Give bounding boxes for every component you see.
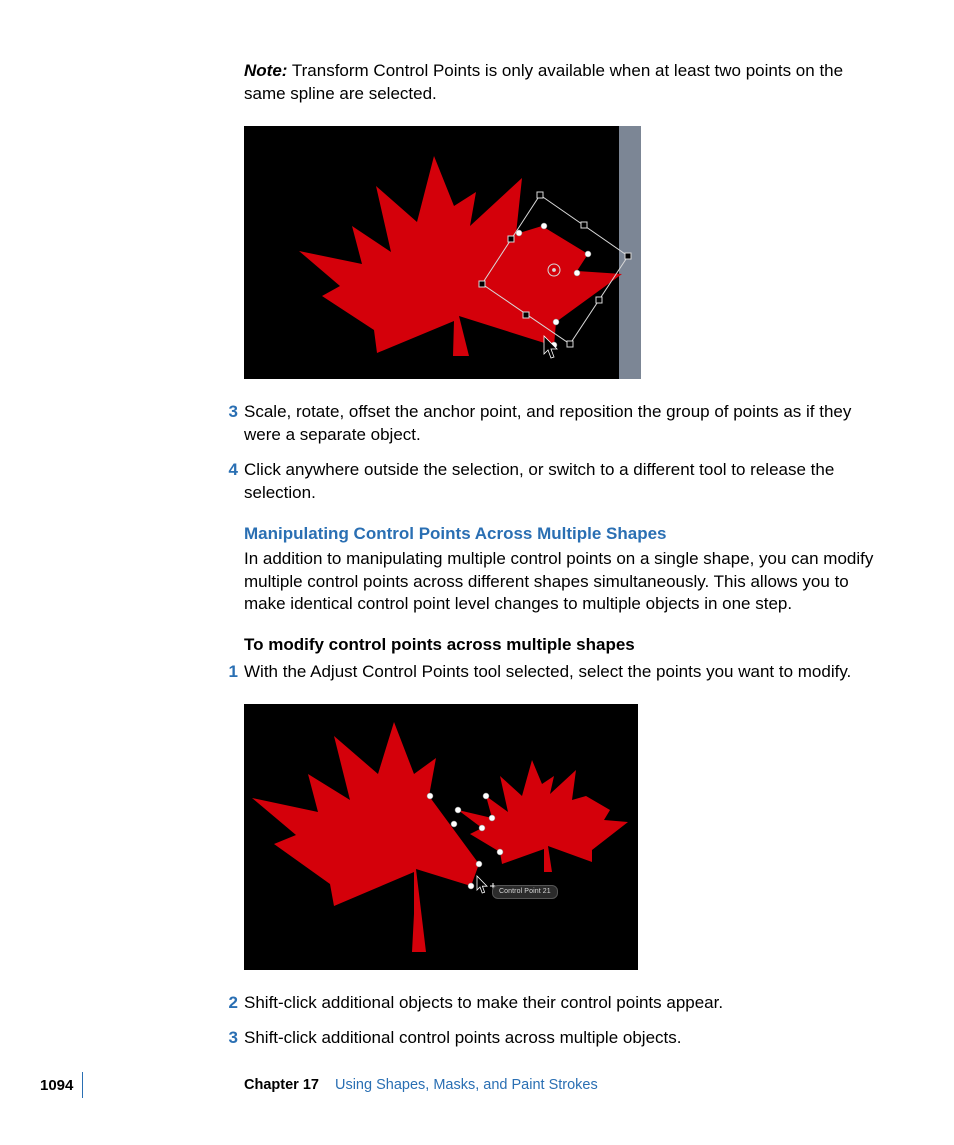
figure-1-svg — [244, 126, 641, 379]
red-shape-icon — [299, 156, 622, 356]
note-text: Transform Control Points is only availab… — [244, 61, 843, 103]
content-column: Note: Transform Control Points is only a… — [244, 60, 882, 1062]
figure-1 — [244, 126, 641, 379]
figure-2-wrap: Control Point 21 — [244, 704, 882, 970]
step-text: With the Adjust Control Points tool sele… — [244, 662, 851, 681]
step-number: 3 — [218, 1027, 238, 1050]
section-body: In addition to manipulating multiple con… — [244, 548, 882, 617]
chapter-label: Chapter 17 — [244, 1077, 319, 1093]
step-a3: 3 Scale, rotate, offset the anchor point… — [244, 401, 882, 447]
small-red-shape-icon — [458, 760, 628, 872]
footer-center: Chapter 17 Using Shapes, Masks, and Pain… — [244, 1076, 598, 1096]
task-heading: To modify control points across multiple… — [244, 634, 882, 657]
step-text: Shift-click additional control points ac… — [244, 1028, 681, 1047]
footer-rule — [82, 1072, 83, 1098]
task-step-1: 1 With the Adjust Control Points tool se… — [244, 661, 882, 684]
step-a4: 4 Click anywhere outside the selection, … — [244, 459, 882, 505]
note-label: Note: — [244, 61, 287, 80]
step-number: 4 — [218, 459, 238, 482]
step-number: 3 — [218, 401, 238, 424]
page: Note: Transform Control Points is only a… — [0, 0, 954, 1145]
task-step-3: 3 Shift-click additional control points … — [244, 1027, 882, 1050]
figure-2: Control Point 21 — [244, 704, 638, 970]
big-red-shape-icon — [252, 722, 479, 952]
note-paragraph: Note: Transform Control Points is only a… — [244, 60, 882, 106]
step-text: Click anywhere outside the selection, or… — [244, 460, 834, 502]
control-point-tooltip: Control Point 21 — [492, 885, 558, 898]
section-heading: Manipulating Control Points Across Multi… — [244, 523, 882, 546]
page-footer: 1094 Chapter 17 Using Shapes, Masks, and… — [0, 1076, 954, 1096]
chapter-title: Using Shapes, Masks, and Paint Strokes — [335, 1077, 598, 1093]
figure-2-svg — [244, 704, 638, 970]
page-number: 1094 — [40, 1076, 73, 1096]
task-step-2: 2 Shift-click additional objects to make… — [244, 992, 882, 1015]
step-number: 1 — [218, 661, 238, 684]
step-text: Scale, rotate, offset the anchor point, … — [244, 402, 851, 444]
step-number: 2 — [218, 992, 238, 1015]
figure-1-wrap — [244, 126, 882, 379]
step-text: Shift-click additional objects to make t… — [244, 993, 723, 1012]
